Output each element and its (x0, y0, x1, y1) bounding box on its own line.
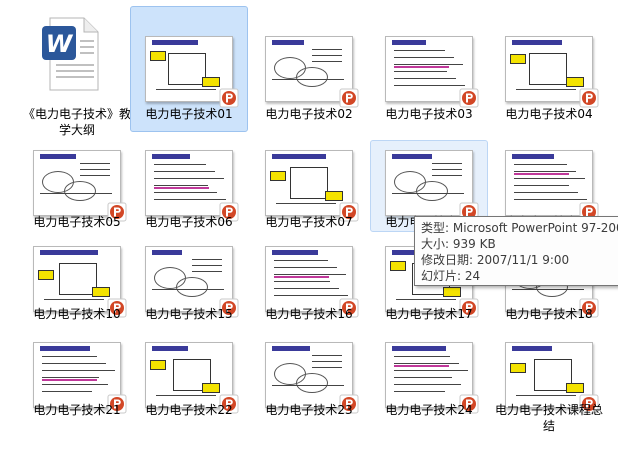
file-item[interactable]: 电力电子技术03 (370, 6, 488, 146)
file-item[interactable]: 电力电子技术15 (130, 236, 248, 332)
file-name: 电力电子技术16 (265, 307, 353, 321)
file-item[interactable]: 电力电子技术课程总结 (490, 332, 608, 433)
file-item[interactable]: 电力电子技术21 (18, 332, 136, 428)
file-item[interactable]: 电力电子技术10 (18, 236, 136, 332)
file-item[interactable]: 电力电子技术06 (130, 140, 248, 236)
file-item[interactable]: 电力电子技术07 (250, 140, 368, 236)
file-tooltip: 类型: Microsoft PowerPoint 97-2003 大小: 939… (414, 216, 618, 286)
file-item[interactable]: 电力电子技术05 (18, 140, 136, 236)
file-name: 《电力电子技术》教学大纲 (22, 107, 131, 137)
file-name: 电力电子技术23 (265, 403, 353, 417)
file-item[interactable]: 电力电子技术02 (250, 6, 368, 146)
tooltip-size: 大小: 939 KB (421, 237, 496, 251)
file-name: 电力电子技术06 (145, 215, 233, 229)
file-name: 电力电子技术21 (33, 403, 121, 417)
powerpoint-icon (339, 88, 359, 108)
file-item[interactable]: W 《电力电子技术》教学大纲 (18, 6, 136, 146)
svg-text:W: W (46, 30, 74, 58)
file-item[interactable]: 电力电子技术04 (490, 6, 608, 146)
file-item[interactable]: 电力电子技术01 (130, 6, 248, 146)
file-item[interactable]: 电力电子技术23 (250, 332, 368, 428)
file-name: 电力电子技术05 (33, 215, 121, 229)
file-name: 电力电子技术24 (385, 403, 473, 417)
file-name: 电力电子技术15 (145, 307, 233, 321)
file-name: 电力电子技术22 (145, 403, 233, 417)
tooltip-slides: 幻灯片: 24 (421, 269, 481, 283)
tooltip-type: 类型: Microsoft PowerPoint 97-2003 (421, 221, 618, 235)
file-item[interactable]: 电力电子技术16 (250, 236, 368, 332)
file-name: 电力电子技术17 (385, 307, 473, 321)
file-name: 电力电子技术课程总结 (494, 403, 603, 433)
file-item[interactable]: 电力电子技术24 (370, 332, 488, 428)
powerpoint-icon (579, 88, 599, 108)
file-name: 电力电子技术02 (265, 107, 353, 121)
powerpoint-icon (459, 88, 479, 108)
file-name: 电力电子技术04 (505, 107, 593, 121)
file-name: 电力电子技术01 (145, 107, 233, 121)
file-name: 电力电子技术07 (265, 215, 353, 229)
file-name: 电力电子技术03 (385, 107, 473, 121)
file-item[interactable]: 电力电子技术22 (130, 332, 248, 428)
file-name: 电力电子技术18 (505, 307, 593, 321)
file-name: 电力电子技术10 (33, 307, 121, 321)
word-document-icon: W (42, 14, 102, 94)
tooltip-date: 修改日期: 2007/11/1 9:00 (421, 253, 570, 267)
powerpoint-icon (219, 88, 239, 108)
